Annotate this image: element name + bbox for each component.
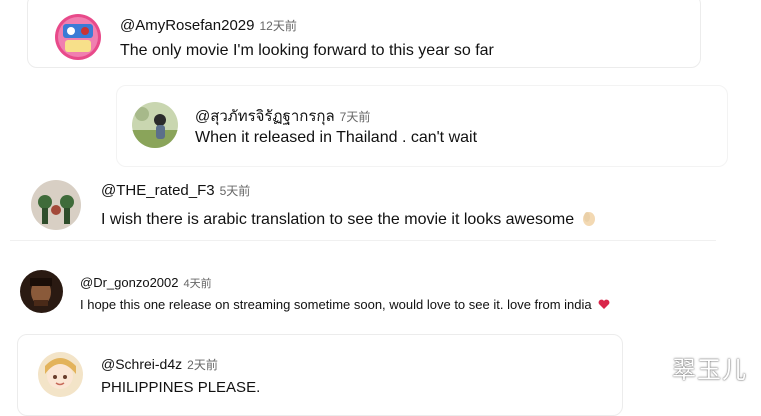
avatar[interactable]	[20, 270, 63, 313]
avatar[interactable]	[132, 102, 178, 148]
avatar[interactable]	[31, 180, 81, 230]
comment-text: I wish there is arabic translation to se…	[101, 209, 598, 232]
watermark: 翠玉儿	[672, 356, 747, 384]
clapping-hand-emoji	[580, 209, 598, 232]
comment-text-body: I hope this one release on streaming som…	[80, 297, 592, 312]
username[interactable]: @AmyRosefan2029	[120, 17, 254, 34]
comment-header: @THE_rated_F3 5天前	[101, 182, 250, 200]
comment-text-body: I wish there is arabic translation to se…	[101, 211, 575, 228]
username[interactable]: @สุวภัทรจิรัฏฐากรกุล	[195, 108, 335, 125]
avatar[interactable]	[55, 14, 101, 60]
comment-header: @AmyRosefan2029 12天前	[120, 17, 297, 35]
comment-text: The only movie I'm looking forward to th…	[120, 42, 494, 59]
comment-header: @Schrei-d4z 2天前	[101, 356, 218, 374]
username[interactable]: @Schrei-d4z	[101, 356, 182, 372]
divider	[10, 240, 716, 241]
timestamp[interactable]: 2天前	[187, 358, 218, 372]
avatar[interactable]	[38, 352, 83, 397]
comment-text: When it released in Thailand . can't wai…	[195, 129, 478, 146]
comment-header: @สุวภัทรจิรัฏฐากรกุล 7天前	[195, 104, 370, 128]
timestamp[interactable]: 7天前	[340, 110, 371, 124]
comment-header: @Dr_gonzo2002 4天前	[80, 274, 212, 292]
timestamp[interactable]: 5天前	[220, 184, 251, 198]
comment-card	[17, 334, 623, 416]
comment-text: I hope this one release on streaming som…	[80, 297, 610, 313]
username[interactable]: @THE_rated_F3	[101, 182, 215, 199]
comment-text: PHILIPPINES PLEASE.	[101, 379, 261, 396]
username[interactable]: @Dr_gonzo2002	[80, 275, 178, 290]
timestamp[interactable]: 12天前	[259, 19, 296, 33]
timestamp[interactable]: 4天前	[183, 278, 211, 290]
heart-emoji	[598, 298, 610, 313]
